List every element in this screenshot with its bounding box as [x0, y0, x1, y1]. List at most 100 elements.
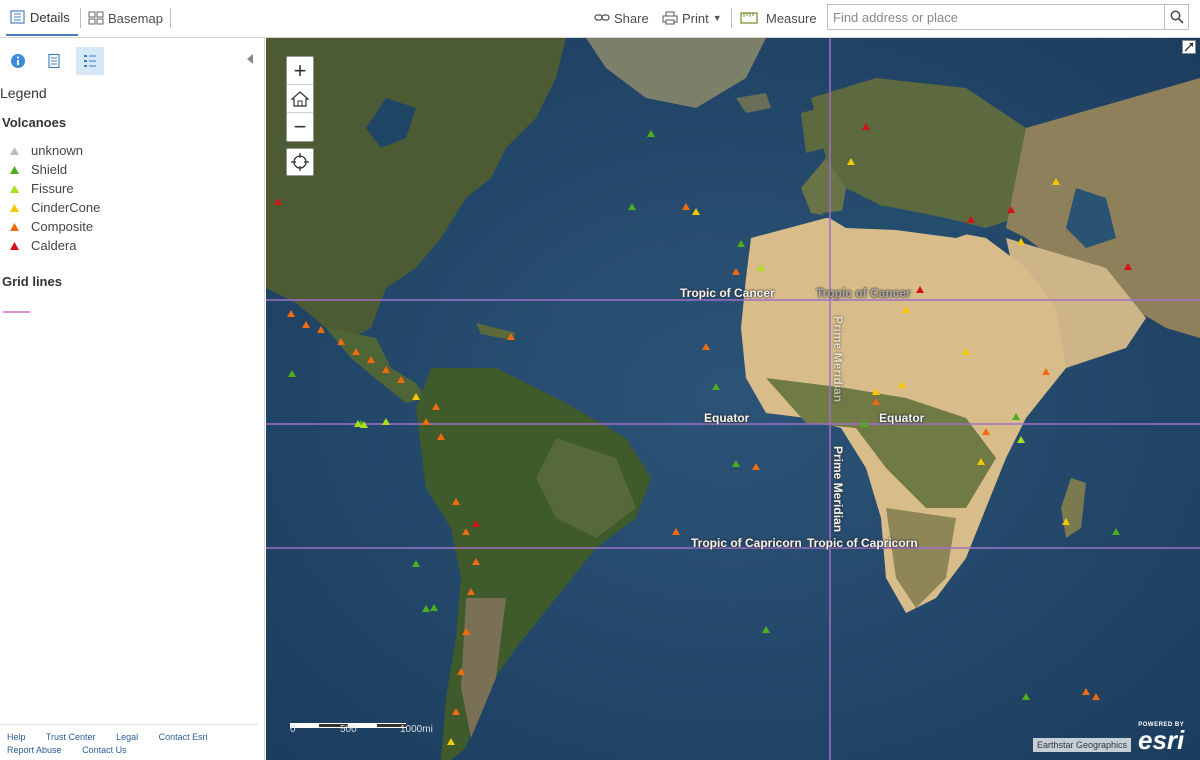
volcano-marker[interactable]: [507, 333, 515, 340]
volcano-marker[interactable]: [860, 420, 868, 427]
volcano-marker[interactable]: [982, 428, 990, 435]
footer-link-contact-us[interactable]: Contact Us: [82, 745, 127, 755]
volcano-marker[interactable]: [916, 286, 924, 293]
volcano-marker[interactable]: [447, 738, 455, 745]
map-view[interactable]: Tropic of Cancer Tropic of Cancer Equato…: [266, 38, 1200, 760]
volcano-marker[interactable]: [288, 370, 296, 377]
chevron-left-icon: [247, 54, 253, 64]
volcano-marker[interactable]: [287, 310, 295, 317]
expand-icon[interactable]: [1182, 40, 1196, 54]
volcano-marker[interactable]: [1052, 178, 1060, 185]
triangle-symbol-icon: [10, 241, 19, 250]
volcano-marker[interactable]: [452, 708, 460, 715]
volcano-marker[interactable]: [1112, 528, 1120, 535]
volcano-marker[interactable]: [432, 403, 440, 410]
zoom-out-button[interactable]: −: [287, 113, 313, 141]
panel-tabs: [4, 47, 112, 75]
volcano-marker[interactable]: [1042, 368, 1050, 375]
tab-about[interactable]: [4, 47, 32, 75]
legend-item-label: Composite: [31, 219, 94, 234]
footer-link-help[interactable]: Help: [7, 732, 26, 742]
volcano-marker[interactable]: [1022, 693, 1030, 700]
volcano-marker[interactable]: [898, 381, 906, 388]
volcano-marker[interactable]: [628, 203, 636, 210]
map-attribution[interactable]: Earthstar Geographics: [1033, 738, 1132, 752]
volcano-marker[interactable]: [967, 216, 975, 223]
volcano-marker[interactable]: [732, 460, 740, 467]
home-button[interactable]: [287, 85, 313, 113]
legend-icon: [84, 55, 96, 67]
volcano-marker[interactable]: [412, 393, 420, 400]
volcano-marker[interactable]: [762, 626, 770, 633]
volcano-marker[interactable]: [647, 130, 655, 137]
volcano-marker[interactable]: [467, 588, 475, 595]
volcano-marker[interactable]: [462, 528, 470, 535]
volcano-marker[interactable]: [757, 264, 765, 271]
volcano-marker[interactable]: [872, 398, 880, 405]
volcano-marker[interactable]: [452, 498, 460, 505]
grid-label-tropic-of-capricorn: Tropic of Capricorn: [807, 536, 918, 550]
volcano-marker[interactable]: [1017, 238, 1025, 245]
search-button[interactable]: [1164, 5, 1188, 29]
volcano-marker[interactable]: [732, 268, 740, 275]
footer-link-contact-esri[interactable]: Contact Esri: [159, 732, 208, 742]
tab-legend[interactable]: [76, 47, 104, 75]
basemap-button[interactable]: Basemap: [88, 0, 163, 36]
footer-link-report-abuse[interactable]: Report Abuse: [7, 745, 62, 755]
volcano-marker[interactable]: [382, 418, 390, 425]
volcano-marker[interactable]: [672, 528, 680, 535]
volcano-marker[interactable]: [472, 558, 480, 565]
volcano-marker[interactable]: [1012, 413, 1020, 420]
volcano-marker[interactable]: [1124, 263, 1132, 270]
tab-content[interactable]: [40, 47, 68, 75]
volcano-marker[interactable]: [872, 388, 880, 395]
volcano-marker[interactable]: [1017, 436, 1025, 443]
collapse-panel-button[interactable]: [246, 52, 254, 70]
volcano-marker[interactable]: [302, 321, 310, 328]
zoom-in-button[interactable]: +: [287, 57, 313, 85]
print-button[interactable]: Print ▼: [662, 0, 722, 36]
locate-button[interactable]: [286, 148, 314, 176]
legend-item-label: Fissure: [31, 181, 74, 196]
footer-link-legal[interactable]: Legal: [116, 732, 138, 742]
volcano-marker[interactable]: [977, 458, 985, 465]
volcano-marker[interactable]: [437, 433, 445, 440]
footer-link-trust-center[interactable]: Trust Center: [46, 732, 96, 742]
triangle-symbol-icon: [10, 184, 19, 193]
volcano-marker[interactable]: [397, 376, 405, 383]
volcano-marker[interactable]: [412, 560, 420, 567]
volcano-marker[interactable]: [472, 520, 480, 527]
volcano-marker[interactable]: [902, 306, 910, 313]
volcano-marker[interactable]: [1007, 206, 1015, 213]
top-toolbar: Details Basemap Share Print ▼ Measure: [0, 0, 1200, 38]
share-button[interactable]: Share: [594, 0, 649, 36]
volcano-marker[interactable]: [737, 240, 745, 247]
link-icon: [594, 14, 610, 21]
volcano-marker[interactable]: [457, 668, 465, 675]
volcano-marker[interactable]: [702, 343, 710, 350]
volcano-marker[interactable]: [862, 123, 870, 130]
volcano-marker[interactable]: [682, 203, 690, 210]
scale-bar: 0 500 1000mi: [290, 716, 433, 735]
volcano-marker[interactable]: [274, 198, 282, 205]
volcano-marker[interactable]: [752, 463, 760, 470]
volcano-marker[interactable]: [422, 605, 430, 612]
details-tab[interactable]: Details: [6, 0, 78, 36]
volcano-marker[interactable]: [712, 383, 720, 390]
volcano-marker[interactable]: [352, 348, 360, 355]
volcano-marker[interactable]: [847, 158, 855, 165]
volcano-marker[interactable]: [422, 418, 430, 425]
volcano-marker[interactable]: [382, 366, 390, 373]
volcano-marker[interactable]: [430, 604, 438, 611]
search-input[interactable]: [828, 5, 1166, 29]
volcano-marker[interactable]: [1092, 693, 1100, 700]
measure-button[interactable]: Measure: [740, 0, 817, 36]
volcano-marker[interactable]: [337, 338, 345, 345]
volcano-marker[interactable]: [462, 628, 470, 635]
volcano-marker[interactable]: [962, 348, 970, 355]
volcano-marker[interactable]: [317, 326, 325, 333]
volcano-marker[interactable]: [367, 356, 375, 363]
volcano-marker[interactable]: [692, 208, 700, 215]
volcano-marker[interactable]: [1062, 518, 1070, 525]
volcano-marker[interactable]: [1082, 688, 1090, 695]
